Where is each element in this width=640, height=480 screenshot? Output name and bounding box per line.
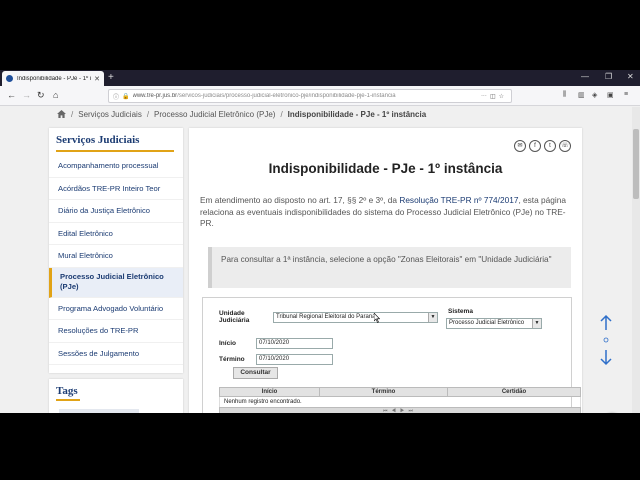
sidebar-item-mural[interactable]: Mural Eletrônico [49, 245, 183, 268]
page-title: Indisponibilidade - PJe - 1º instância [268, 161, 503, 176]
unidade-selected: Tribunal Regional Eleitoral do Paraná [276, 314, 376, 320]
sistema-select[interactable]: Processo Judicial Eletrônico ▼ [446, 318, 542, 329]
shield-icon[interactable]: ◈ [592, 91, 597, 99]
mouse-cursor-icon [374, 313, 380, 323]
lock-icon: 🔒 [122, 93, 130, 100]
minimize-icon[interactable]: — [581, 72, 589, 81]
tags-title: Tags [56, 385, 78, 397]
intro-text-start: Em atendimento ao disposto no art. 17, §… [200, 195, 400, 205]
consulta-form: Unidade Judiciária Tribunal Regional Ele… [202, 297, 581, 413]
inicio-input[interactable]: 07/10/2020 [256, 338, 333, 349]
favicon-icon [6, 75, 13, 82]
twitter-icon[interactable]: t [544, 140, 556, 152]
breadcrumb-servicos[interactable]: Serviços Judiciais [78, 110, 142, 119]
table-header: Início Término Certidão [219, 387, 581, 397]
menu-icon[interactable]: ≡ [624, 91, 628, 98]
table-pager: ⏮◀▶⏭ [219, 407, 581, 413]
address-bar[interactable]: ⓘ 🔒 www.tre-pr.jus.br/servicos-judiciais… [108, 89, 512, 103]
breadcrumb-pje[interactable]: Processo Judicial Eletrônico (PJe) [154, 110, 275, 119]
restore-icon[interactable]: ❐ [605, 72, 612, 81]
column-header: Início [220, 388, 320, 396]
results-table: Início Término Certidão Nenhum registro … [219, 387, 581, 413]
sidebar: Serviços Judiciais Acompanhamento proces… [49, 128, 183, 373]
new-tab-button[interactable]: + [108, 71, 114, 85]
extension-icon[interactable]: ▣ [607, 91, 614, 99]
home-button-icon[interactable]: ⌂ [53, 90, 58, 101]
navigation-bar: ← → ↻ ⌂ ⓘ 🔒 www.tre-pr.jus.br/servicos-j… [0, 86, 640, 106]
chevron-down-icon: ▼ [532, 319, 541, 328]
resolucao-link[interactable]: Resolução TRE-PR nº 774/2017 [399, 195, 518, 205]
pocket-icon[interactable]: ◫ [490, 93, 496, 100]
sidebar-list: Acompanhamento processual Acórdãos TRE-P… [49, 155, 183, 365]
breadcrumb-separator: / [146, 109, 150, 119]
scrollbar-thumb[interactable] [633, 129, 639, 199]
forward-icon[interactable]: → [22, 90, 31, 101]
notice-box: Para consultar a 1ª instância, selecione… [208, 247, 571, 288]
page-scrollbar[interactable] [632, 107, 640, 413]
sistema-label: Sistema [448, 308, 473, 315]
browser-window: Indisponibilidade - PJe - 1º inst ✕ + — … [0, 70, 640, 413]
breadcrumb-separator: / [280, 109, 283, 119]
breadcrumb-separator: / [71, 109, 74, 119]
reload-icon[interactable]: ↻ [37, 90, 45, 101]
sidebar-item-advogado[interactable]: Programa Advogado Voluntário [49, 298, 183, 320]
tab-title: Indisponibilidade - PJe - 1º inst [17, 75, 92, 82]
more-icon[interactable]: ··· [481, 93, 487, 99]
sistema-selected: Processo Judicial Eletrônico [449, 320, 525, 326]
scroll-dot-icon [603, 337, 609, 343]
chevron-down-icon: ▼ [428, 313, 437, 322]
scroll-up-icon[interactable] [600, 314, 612, 330]
column-header: Certidão [501, 389, 527, 395]
sidebar-item-diario[interactable]: Diário da Justiça Eletrônico [49, 200, 183, 223]
title-underline [56, 150, 174, 152]
table-row: Nenhum registro encontrado. [219, 397, 581, 407]
sidebar-item-resolucoes[interactable]: Resoluções do TRE-PR [49, 320, 183, 343]
termino-input[interactable]: 07/10/2020 [256, 354, 333, 365]
info-icon: ⓘ [113, 94, 120, 101]
sidebar-item-edital[interactable]: Edital Eletrônico [49, 223, 183, 245]
close-window-icon[interactable]: ✕ [627, 72, 634, 81]
close-tab-icon[interactable]: ✕ [94, 75, 100, 83]
sidebar-item-acompanhamento[interactable]: Acompanhamento processual [49, 155, 183, 178]
back-icon[interactable]: ← [7, 90, 16, 101]
unidade-label: Unidade Judiciária [219, 310, 250, 324]
main-content: ✉ f t ☏ Indisponibilidade - PJe - 1º ins… [189, 128, 582, 413]
unidade-select[interactable]: Tribunal Regional Eleitoral do Paraná ▼ [273, 312, 438, 323]
sidebar-item-acordaos[interactable]: Acórdãos TRE-PR Inteiro Teor [49, 178, 183, 200]
library-icon[interactable]: ⫼ [563, 91, 566, 99]
home-icon[interactable] [57, 110, 66, 118]
url-text: www.tre-pr.jus.br/servicos-judiciais/pro… [132, 93, 396, 99]
sidebar-title: Serviços Judiciais [56, 134, 140, 146]
sidebar-item-sessoes[interactable]: Sessões de Julgamento [49, 343, 183, 365]
consultar-button[interactable]: Consultar [233, 367, 278, 379]
web-page: / Serviços Judiciais / Processo Judicial… [0, 107, 632, 413]
termino-label: Término [219, 356, 245, 363]
column-header: Término [320, 388, 448, 396]
whatsapp-icon[interactable]: ☏ [559, 140, 571, 152]
title-underline [56, 399, 80, 401]
tag-item[interactable] [59, 409, 139, 413]
scroll-down-icon[interactable] [600, 350, 612, 366]
intro-paragraph: Em atendimento ao disposto no art. 17, §… [200, 195, 570, 230]
bookmark-star-icon[interactable]: ☆ [499, 93, 504, 100]
share-buttons: ✉ f t ☏ [514, 140, 571, 152]
browser-tab[interactable]: Indisponibilidade - PJe - 1º inst ✕ [2, 71, 104, 86]
tags-panel: Tags [49, 379, 183, 413]
scroll-arrows [600, 314, 612, 366]
breadcrumb-current: Indisponibilidade - PJe - 1º instância [287, 109, 427, 119]
sidebar-toggle-icon[interactable]: ▥ [578, 91, 585, 99]
facebook-icon[interactable]: f [529, 140, 541, 152]
breadcrumb: / Serviços Judiciais / Processo Judicial… [57, 108, 426, 120]
inicio-label: Início [219, 340, 236, 347]
sidebar-item-pje[interactable]: Processo Judicial Eletrônico (PJe) [49, 267, 183, 298]
email-icon[interactable]: ✉ [514, 140, 526, 152]
tab-strip: Indisponibilidade - PJe - 1º inst ✕ + — … [0, 70, 640, 86]
